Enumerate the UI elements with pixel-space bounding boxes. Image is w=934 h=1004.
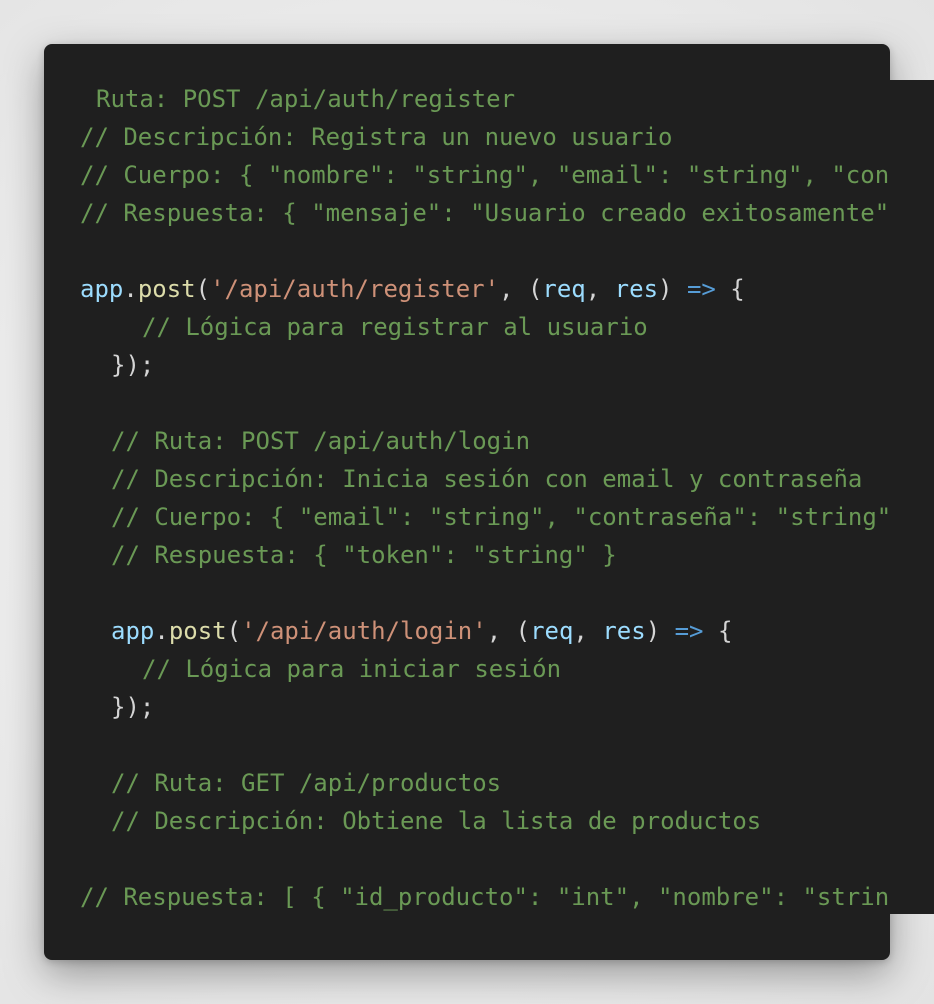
arrow-operator: => [674,617,704,645]
login-route-call: app.post('/api/auth/login', (req, res) =… [111,612,732,650]
dot: . [123,275,138,303]
app-object: app [80,275,124,303]
res-param: res [602,617,646,645]
comment-login-body: // Cuerpo: { "email": "string", "contras… [111,503,892,531]
post-method: post [137,275,196,303]
post-method: post [168,617,227,645]
close-paren: ) [658,275,687,303]
req-param: req [542,275,586,303]
open-brace: { [703,617,733,645]
comment-products-route: // Ruta: GET /api/productos [111,769,502,797]
close-paren: ) [645,617,675,645]
code-block: Ruta: POST /api/auth/register // Descrip… [0,80,934,960]
res-param: res [614,275,659,303]
login-close-brace: }); [111,693,155,721]
comment-products-description: // Descripción: Obtiene la lista de prod… [111,807,762,835]
comment-products-response: // Respuesta: [ { "id_producto": "int", … [80,883,890,911]
register-route-call: app.post('/api/auth/register', (req, res… [80,270,745,308]
comment-login-description: // Descripción: Inicia sesión con email … [111,465,863,493]
param-separator: , ( [486,617,531,645]
open-paren: ( [226,617,242,645]
comment-register-description: // Descripción: Registra un nuevo usuari… [80,123,673,151]
comment-register-response: // Respuesta: { "mensaje": "Usuario crea… [80,199,890,227]
param-comma: , [573,617,603,645]
param-separator: , ( [499,275,543,303]
comment-register-logic: // Lógica para registrar al usuario [142,313,648,341]
param-comma: , [585,275,615,303]
register-close-brace: }); [111,351,155,379]
route-path-string: '/api/auth/register' [210,275,500,303]
comment-login-response: // Respuesta: { "token": "string" } [111,541,617,569]
comment-login-logic: // Lógica para iniciar sesión [142,655,562,683]
comment-register-route: Ruta: POST /api/auth/register [96,85,516,113]
app-object: app [111,617,155,645]
dot: . [154,617,169,645]
open-brace: { [715,275,745,303]
open-paren: ( [195,275,211,303]
comment-login-route: // Ruta: POST /api/auth/login [111,427,531,455]
arrow-operator: => [686,275,716,303]
comment-register-body: // Cuerpo: { "nombre": "string", "email"… [80,161,890,189]
req-param: req [530,617,574,645]
route-path-string: '/api/auth/login' [241,617,487,645]
